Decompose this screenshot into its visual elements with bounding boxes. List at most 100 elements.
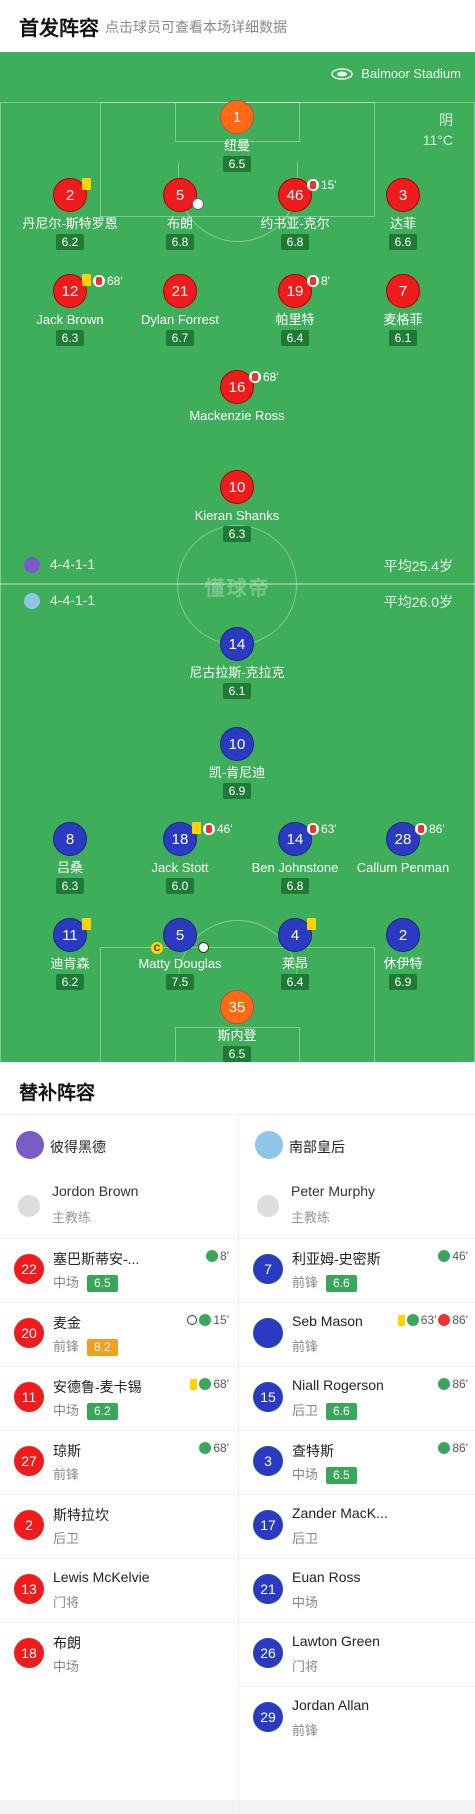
sub-player[interactable]: 3 查特斯 中场 6.5 86' (239, 1430, 475, 1494)
player-rating: 6.2 (55, 234, 85, 250)
home-crest-icon (24, 557, 40, 573)
weather-temp: 11°C (422, 132, 453, 148)
sub-name: Seb Mason (292, 1313, 363, 1329)
home-coach[interactable]: Jordon Brown 主教练 (0, 1175, 237, 1238)
sub-player[interactable]: 27 琼斯 前锋 68' (0, 1430, 237, 1494)
player-number: 7 (386, 274, 420, 308)
sub-number: 15 (253, 1382, 283, 1412)
sub-name: Jordan Allan (292, 1697, 370, 1713)
player-name: 凯-肯尼迪 (208, 765, 266, 780)
player-away-2[interactable]: 2 休伊特 6.9 (333, 918, 473, 991)
sub-player[interactable]: 17 Zander MacK... 后卫 (239, 1494, 475, 1558)
player-home-3[interactable]: 3 达菲 6.6 (333, 178, 473, 251)
away-avg-age: 平均26.0岁 (383, 594, 453, 610)
sub-player[interactable]: 21 Euan Ross 中场 (239, 1558, 475, 1622)
home-avg-age: 平均25.4岁 (383, 558, 453, 574)
player-away-10[interactable]: 10 凯-肯尼迪 6.9 (167, 727, 307, 800)
player-home-10[interactable]: 10 Kieran Shanks 6.3 (167, 470, 307, 543)
player-rating: 6.0 (165, 878, 195, 894)
sub-player[interactable]: 7 利亚姆-史密斯 前锋 6.6 46' (239, 1238, 475, 1302)
sub-event: 63' 86' (397, 1313, 468, 1327)
sub-in-icon (206, 1250, 219, 1262)
sub-name: 安德鲁-麦卡锡 (53, 1379, 142, 1395)
sub-position: 中场 (292, 1595, 319, 1610)
sub-number: 13 (14, 1574, 44, 1604)
sub-number: 29 (253, 1702, 283, 1732)
player-number: 8 (53, 822, 87, 856)
sub-number: 26 (253, 1638, 283, 1668)
sub-player[interactable]: 2 斯特拉坎 后卫 (0, 1494, 237, 1558)
sub-name: 布朗 (53, 1635, 81, 1651)
coach-name: Jordon Brown (52, 1183, 139, 1199)
sub-name: Zander MacK... (292, 1505, 388, 1521)
sub-out-event: 8' (307, 274, 330, 288)
weather: 阴 11°C (423, 110, 453, 150)
player-away-28[interactable]: 28 86' Callum Penman (333, 822, 473, 876)
player-rating: 6.7 (165, 330, 195, 346)
sub-name: 斯特拉坎 (53, 1507, 109, 1523)
player-rating: 6.8 (165, 234, 195, 250)
player-rating: 6.5 (222, 156, 252, 172)
yellow-card-icon (192, 822, 201, 834)
player-home-1[interactable]: 1 纽曼 6.5 (167, 100, 307, 173)
sub-in-icon (438, 1378, 451, 1390)
sub-name: 塞巴斯蒂安-... (53, 1251, 140, 1267)
player-rating: 6.4 (280, 974, 310, 990)
sub-number: 17 (253, 1510, 283, 1540)
sub-event: 15' (187, 1313, 229, 1327)
sub-player[interactable]: 22 塞巴斯蒂安-... 中场 6.5 8' (0, 1238, 237, 1302)
sub-name: Lawton Green (292, 1633, 380, 1649)
sub-name: Niall Rogerson (292, 1377, 384, 1393)
coach-avatar-icon (18, 1195, 40, 1217)
away-crest-icon (24, 593, 40, 609)
sub-position: 门将 (292, 1659, 319, 1674)
yellow-card-icon (397, 1314, 405, 1326)
sub-player[interactable]: 11 安德鲁-麦卡锡 中场 6.2 68' (0, 1366, 237, 1430)
sub-player[interactable]: 18 布朗 中场 (0, 1622, 237, 1686)
yellow-card-icon (307, 918, 316, 930)
sub-in-icon (406, 1314, 419, 1326)
sub-in-icon (438, 1250, 451, 1262)
sub-player[interactable]: 13 Lewis McKelvie 门将 (0, 1558, 237, 1622)
sub-name: Lewis McKelvie (53, 1569, 150, 1585)
sub-player[interactable]: 26 Lawton Green 门将 (239, 1622, 475, 1686)
sub-position: 前锋 6.6 (292, 1272, 357, 1292)
away-team-name: 南部皇后 (289, 1139, 345, 1155)
away-team-header[interactable]: 南部皇后 (239, 1114, 475, 1175)
home-team-info: 4-4-1-1 平均25.4岁 (24, 556, 461, 576)
player-rating: 6.5 (222, 1046, 252, 1062)
player-name: 纽曼 (223, 138, 250, 153)
sub-player[interactable]: 29 Jordan Allan 前锋 (239, 1686, 475, 1750)
sub-rating: 6.6 (326, 1275, 357, 1292)
sub-player[interactable]: Seb Mason 前锋 63' 86' (239, 1302, 475, 1366)
home-team-name: 彼得黑德 (50, 1139, 106, 1155)
player-name: Callum Penman (356, 860, 450, 875)
sub-position: 中场 (53, 1659, 80, 1674)
player-away-35[interactable]: 35 斯内登 6.5 (167, 990, 307, 1062)
sub-event: 46' (438, 1249, 468, 1263)
player-name: 达菲 (389, 216, 416, 231)
player-name: 尼古拉斯-克拉克 (189, 665, 285, 680)
sub-position: 前锋 8.2 (53, 1336, 118, 1356)
sub-name: 麦金 (53, 1315, 81, 1331)
sub-out-event: 86' (415, 822, 445, 836)
sub-position: 后卫 6.6 (292, 1400, 357, 1420)
player-rating: 6.1 (222, 683, 252, 699)
away-coach[interactable]: Peter Murphy 主教练 (239, 1175, 475, 1238)
sub-number: 3 (253, 1446, 283, 1476)
player-away-14a[interactable]: 14 尼古拉斯-克拉克 6.1 (167, 627, 307, 700)
home-team-logo-icon (16, 1131, 44, 1159)
sub-out-icon (93, 275, 105, 287)
stadium-name: Balmoor Stadium (361, 66, 461, 81)
sub-player[interactable]: 20 麦金 前锋 8.2 15' (0, 1302, 237, 1366)
away-subs-column: 南部皇后 Peter Murphy 主教练 7 利亚姆-史密斯 前锋 6.6 46… (238, 1114, 475, 1814)
away-team-logo-icon (255, 1131, 283, 1159)
sub-rating: 8.2 (87, 1339, 118, 1356)
home-team-header[interactable]: 彼得黑德 (0, 1114, 237, 1175)
sub-player[interactable]: 15 Niall Rogerson 后卫 6.6 86' (239, 1366, 475, 1430)
player-rating: 6.1 (388, 330, 418, 346)
player-home-7[interactable]: 7 麦格菲 6.1 (333, 274, 473, 347)
player-rating: 6.2 (55, 974, 85, 990)
page-title: 首发阵容 (19, 18, 99, 40)
player-home-16[interactable]: 16 68' Mackenzie Ross (167, 370, 307, 424)
